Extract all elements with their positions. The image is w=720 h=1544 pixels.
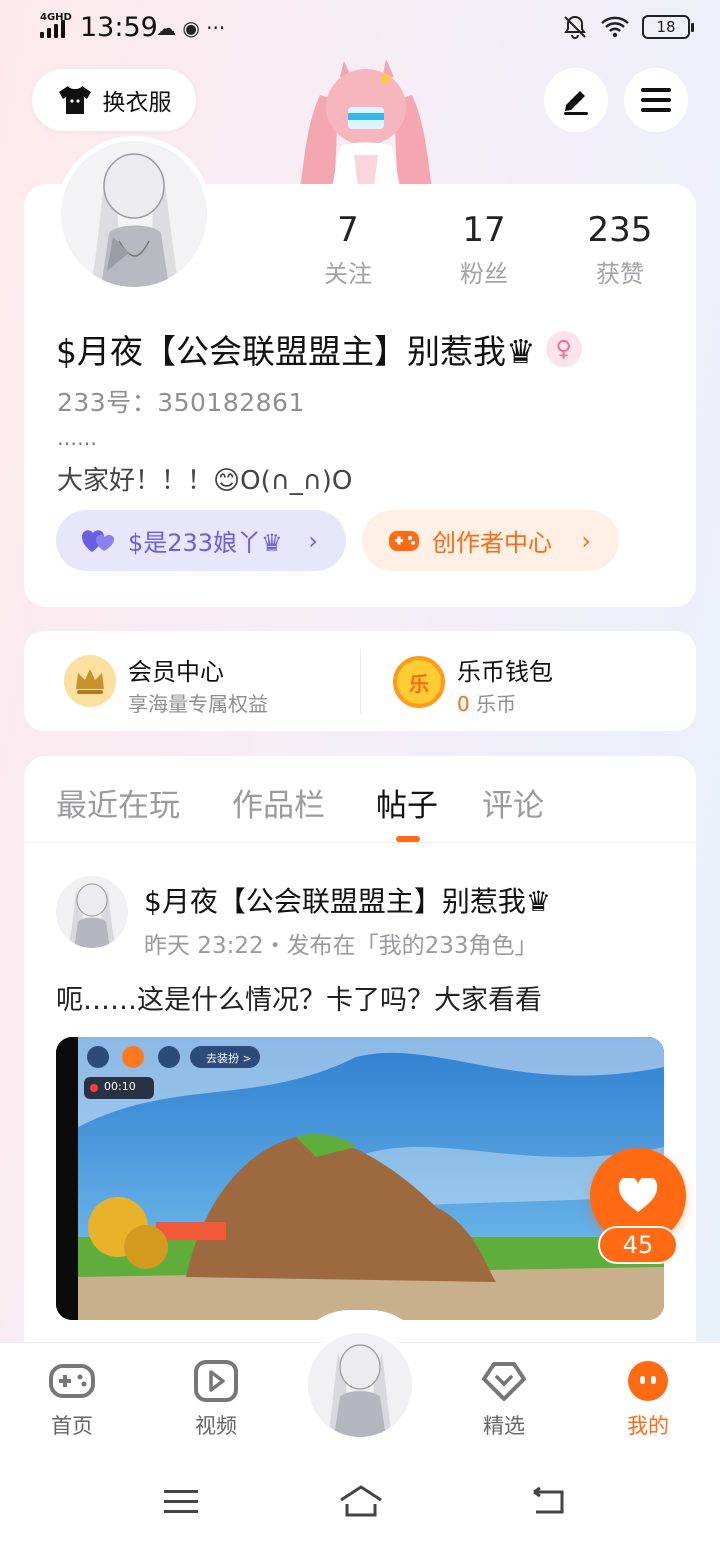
stat-fans-value: 17 xyxy=(462,210,506,250)
stat-following-label: 关注 xyxy=(324,260,372,288)
stat-fans[interactable]: 17 粉丝 xyxy=(424,208,544,289)
nav-home[interactable]: 首页 xyxy=(22,1360,122,1440)
coin-wallet-title[interactable]: 乐币钱包 xyxy=(457,652,553,687)
media-timer: 00:10 xyxy=(104,1080,136,1093)
mute-bell-icon xyxy=(564,15,586,39)
battery-indicator: 18 xyxy=(642,15,694,39)
stat-likes[interactable]: 235 获赞 xyxy=(560,208,680,289)
tab-works[interactable]: 作品栏 xyxy=(232,780,325,825)
like-count: 45 xyxy=(598,1226,678,1264)
stat-following-value: 7 xyxy=(337,210,359,250)
coin-badge: 乐 xyxy=(409,671,429,696)
profile-avatar[interactable] xyxy=(56,136,212,292)
coin-amount: 0 xyxy=(457,692,470,716)
tab-comments[interactable]: 评论 xyxy=(482,780,544,825)
nav-featured[interactable]: 精选 xyxy=(454,1360,554,1440)
face-icon xyxy=(628,1361,668,1401)
post-author-avatar[interactable] xyxy=(56,876,128,948)
tab-divider xyxy=(24,842,696,843)
double-heart-icon xyxy=(82,529,114,552)
back-icon[interactable] xyxy=(530,1486,568,1516)
edit-profile-button[interactable] xyxy=(544,68,608,132)
creator-center-label: 创作者中心 xyxy=(432,529,552,557)
media-tag: 去装扮 > xyxy=(206,1052,252,1065)
wifi-icon xyxy=(601,16,629,38)
home-icon[interactable] xyxy=(338,1484,384,1518)
status-extras: ☁ ◉ ··· xyxy=(156,16,226,40)
vip-center-title[interactable]: 会员中心 xyxy=(128,652,224,687)
menu-button[interactable] xyxy=(624,68,688,132)
chevron-right-icon: › xyxy=(581,526,591,555)
status-right: 18 xyxy=(562,14,694,40)
post-text[interactable]: 呃……这是什么情况？卡了吗？大家看看 xyxy=(56,978,542,1017)
video-icon xyxy=(194,1360,238,1402)
profile-bio-line1: …… xyxy=(57,426,97,450)
wallet-card xyxy=(24,631,696,731)
heart-diamond-icon xyxy=(482,1362,526,1401)
nav-featured-label: 精选 xyxy=(483,1414,525,1438)
pen-icon xyxy=(564,91,588,115)
tshirt-icon xyxy=(58,86,91,114)
stat-fans-label: 粉丝 xyxy=(460,260,508,288)
gamepad-icon xyxy=(49,1364,95,1398)
female-gender-icon: ♀ xyxy=(545,331,582,367)
nav-mine[interactable]: 我的 xyxy=(598,1360,698,1440)
coin-unit: 乐币 xyxy=(476,692,517,716)
tab-posts[interactable]: 帖子 xyxy=(376,780,438,825)
change-outfit-label: 换衣服 xyxy=(102,90,172,116)
coin-wallet-balance: 0 乐币 xyxy=(457,688,516,717)
stat-following[interactable]: 7 关注 xyxy=(288,208,408,289)
crown-icon xyxy=(64,655,116,707)
nav-video[interactable]: 视频 xyxy=(166,1360,266,1440)
recent-apps-icon[interactable] xyxy=(164,1488,198,1516)
creator-center-button[interactable]: 创作者中心 › xyxy=(362,510,619,571)
stat-likes-value: 235 xyxy=(587,210,653,250)
post-media-image[interactable]: 00:10 去装扮 > xyxy=(56,1037,664,1320)
profile-bio-line2: 大家好！！！😊O(∩_∩)O xyxy=(57,466,353,496)
nav-video-label: 视频 xyxy=(195,1414,237,1438)
profile-uid: 233号：350182861 xyxy=(57,388,305,417)
chevron-right-icon: › xyxy=(308,526,318,555)
relation-pill-button[interactable]: $是233娘丫♛ › xyxy=(56,510,346,571)
post-author-name[interactable]: $月夜【公会联盟盟主】别惹我♛ xyxy=(144,880,551,920)
post-meta: 昨天 23:22・发布在「我的233角色」 xyxy=(144,933,538,959)
profile-nickname: $月夜【公会联盟盟主】别惹我♛ xyxy=(56,332,536,371)
nav-center-avatar[interactable] xyxy=(304,1329,416,1441)
wallet-divider xyxy=(360,649,361,715)
nav-mine-label: 我的 xyxy=(627,1414,669,1438)
gamepad-icon xyxy=(389,530,419,551)
hamburger-icon xyxy=(641,88,671,112)
coin-icon: 乐 xyxy=(393,656,445,708)
content-card: 最近在玩 作品栏 帖子 评论 $月夜【公会联盟盟主】别惹我♛ 昨天 23:22・… xyxy=(24,756,696,1356)
tab-recent-played[interactable]: 最近在玩 xyxy=(56,780,180,825)
profile-nickname-row: $月夜【公会联盟盟主】别惹我♛ ♀ xyxy=(56,325,582,373)
stat-likes-label: 获赞 xyxy=(596,260,644,288)
avatar-character[interactable] xyxy=(296,55,436,187)
status-time: 13:59 xyxy=(80,12,158,43)
vip-center-subtitle: 享海量专属权益 xyxy=(128,692,268,716)
relation-pill-label: $是233娘丫♛ xyxy=(128,529,283,557)
system-nav-bar xyxy=(0,1462,720,1544)
change-outfit-button[interactable]: 换衣服 xyxy=(32,69,196,131)
nav-home-label: 首页 xyxy=(51,1414,93,1438)
status-bar: 4GHD 13:59 ☁ ◉ ··· 18 xyxy=(0,0,720,56)
heart-icon xyxy=(618,1178,658,1212)
signal-icon: 4GHD xyxy=(38,12,72,40)
